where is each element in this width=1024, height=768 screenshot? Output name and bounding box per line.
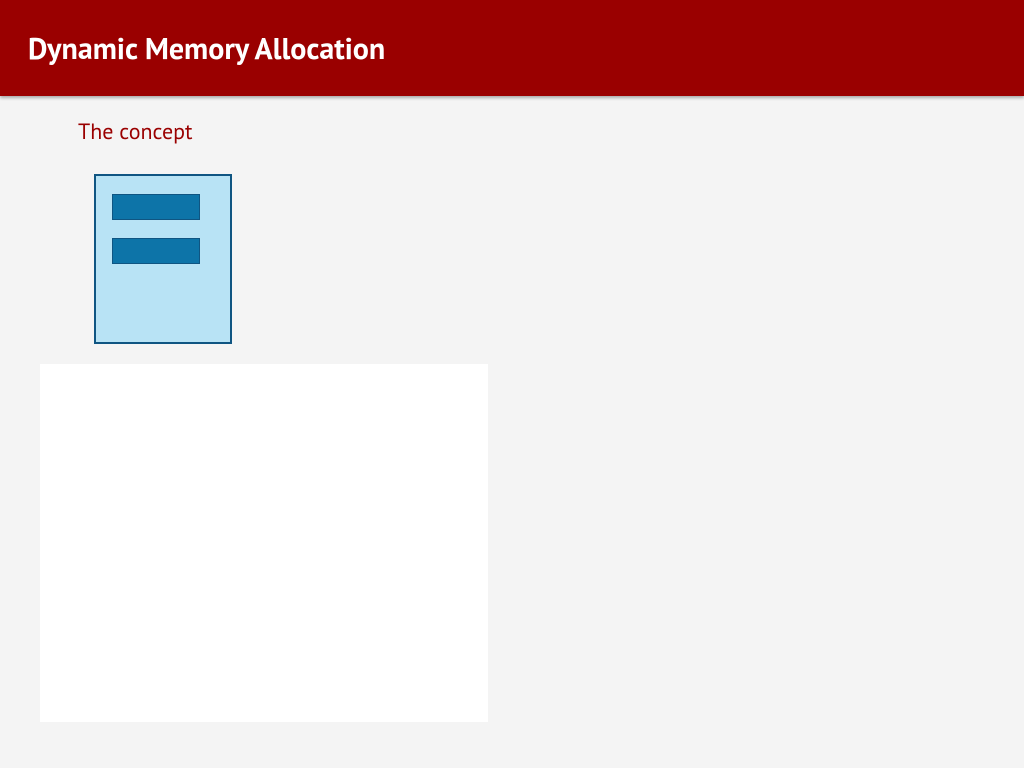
memory-slot — [112, 194, 200, 220]
slide-subtitle: The concept — [78, 118, 984, 146]
memory-slot — [112, 238, 200, 264]
diagram-area — [94, 174, 984, 344]
slide-content: The concept — [0, 96, 1024, 744]
slide-header: Dynamic Memory Allocation — [0, 0, 1024, 96]
memory-container-box — [94, 174, 232, 344]
slide-title: Dynamic Memory Allocation — [28, 29, 385, 68]
code-panel — [40, 364, 488, 722]
